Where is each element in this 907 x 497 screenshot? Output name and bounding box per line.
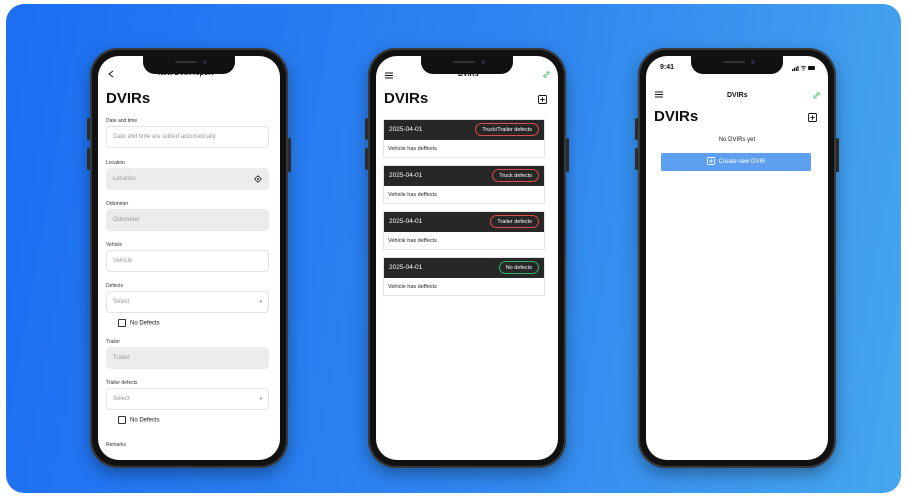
trailer-no-defects-checkbox[interactable]: No Defects	[118, 416, 160, 424]
notch	[421, 56, 513, 74]
add-icon[interactable]	[538, 95, 547, 104]
chevron-down-icon: ▾	[259, 396, 262, 402]
status-badge: Truck defects	[492, 169, 539, 182]
datetime-placeholder: Date and time are added automatically	[113, 134, 216, 140]
empty-state-text: No DVIRs yet	[718, 137, 756, 143]
phone-empty-state: 9:41 DVIRs DVIRs No DVIRs yet Create new…	[635, 48, 839, 468]
no-defects-checkbox[interactable]: No Defects	[118, 319, 160, 327]
page-title: DVIRs	[106, 90, 151, 107]
defects-select[interactable]: Select ▾	[106, 291, 269, 313]
remarks-label: Remarks	[106, 442, 127, 448]
chevron-down-icon: ▾	[259, 299, 262, 305]
back-icon[interactable]	[108, 70, 114, 78]
datetime-field[interactable]: Date and time are added automatically	[106, 126, 269, 148]
vehicle-label: Vehicle	[106, 242, 123, 248]
phone-dvir-list: DVIRs DVIRs 2025-04-01 Truck/Trailer defe…	[365, 48, 569, 468]
notch	[691, 56, 783, 74]
status-badge: No defects	[498, 261, 539, 274]
vehicle-field[interactable]: Vehicle	[106, 250, 269, 272]
menu-icon[interactable]	[655, 91, 663, 98]
create-dvir-button[interactable]: Create new DVIR	[661, 153, 811, 171]
trailer-defects-select[interactable]: Select ▾	[106, 388, 269, 410]
dvir-card[interactable]: 2025-04-01 Trailer defects Vehicle has de…	[383, 211, 545, 250]
status-badge: Truck/Trailer defects	[475, 123, 539, 136]
dvir-card[interactable]: 2025-04-01 Truck/Trailer defects Vehicle …	[383, 119, 545, 158]
dvir-summary: Vehicle has deffects	[388, 238, 437, 244]
phone-new-dvir: New DVIR report DVIRs Date and time Date…	[87, 48, 291, 468]
dvir-summary: Vehicle has deffects	[388, 146, 437, 152]
screen: 9:41 DVIRs DVIRs No DVIRs yet Create new…	[646, 56, 828, 460]
dvir-summary: Vehicle has deffects	[388, 192, 437, 198]
screen: New DVIR report DVIRs Date and time Date…	[98, 56, 280, 460]
vehicle-placeholder: Vehicle	[113, 258, 133, 264]
create-dvir-label: Create new DVIR	[718, 159, 766, 165]
location-field[interactable]: Location	[106, 168, 269, 190]
add-icon	[706, 157, 715, 166]
trailer-no-defects-label: No Defects	[130, 417, 160, 424]
status-icons	[792, 65, 815, 71]
dvir-date: 2025-04-01	[389, 218, 423, 225]
dvir-date: 2025-04-01	[389, 126, 423, 133]
location-placeholder: Location	[113, 176, 136, 182]
showcase-background: New DVIR report DVIRs Date and time Date…	[6, 4, 901, 493]
notch	[143, 56, 235, 74]
defects-select-value: Select	[113, 299, 130, 305]
link-icon[interactable]	[542, 70, 551, 79]
checkbox-icon	[118, 319, 126, 327]
locate-icon[interactable]	[254, 175, 262, 183]
page-title: DVIRs	[384, 90, 429, 107]
trailer-placeholder: Trailer	[113, 355, 130, 361]
dvir-date: 2025-04-01	[389, 172, 423, 179]
defects-label: Defects	[106, 283, 123, 289]
no-defects-label: No Defects	[130, 320, 160, 327]
dvir-date: 2025-04-01	[389, 264, 423, 271]
trailer-label: Trailer	[106, 339, 120, 345]
odometer-placeholder: Odometer	[113, 217, 140, 223]
status-badge: Trailer defects	[490, 215, 539, 228]
page-title: DVIRs	[654, 108, 699, 125]
datetime-label: Date and time	[106, 118, 138, 124]
dvir-card[interactable]: 2025-04-01 No defects Vehicle has deffect…	[383, 257, 545, 296]
header-title: DVIRs	[727, 92, 748, 99]
screen: DVIRs DVIRs 2025-04-01 Truck/Trailer defe…	[376, 56, 558, 460]
checkbox-icon	[118, 416, 126, 424]
odometer-label: Odometer	[106, 201, 129, 207]
dvir-card[interactable]: 2025-04-01 Truck defects Vehicle has deff…	[383, 165, 545, 204]
trailer-defects-label: Trailer defects	[106, 380, 138, 386]
odometer-field[interactable]: Odometer	[106, 209, 269, 231]
trailer-field[interactable]: Trailer	[106, 347, 269, 369]
location-label: Location	[106, 160, 125, 166]
add-icon[interactable]	[808, 113, 817, 122]
menu-icon[interactable]	[385, 72, 393, 79]
dvir-summary: Vehicle has deffects	[388, 284, 437, 290]
status-time: 9:41	[660, 64, 675, 71]
trailer-defects-select-value: Select	[113, 396, 130, 402]
link-icon[interactable]	[812, 91, 821, 100]
